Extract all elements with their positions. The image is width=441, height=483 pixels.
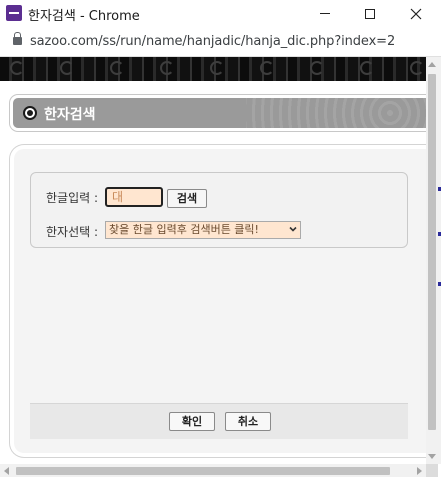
hangul-input[interactable]: 대: [105, 187, 163, 207]
page-viewport: 한자검색 한글입력 : 대 검색 한자선택 : 찾을 한글 입력후 검색버튼 클…: [0, 57, 426, 464]
scrollbar-corner: [426, 464, 438, 477]
vertical-scrollbar[interactable]: [426, 57, 438, 464]
hanja-select-value: 찾을 한글 입력후 검색버튼 클릭!: [109, 223, 259, 236]
scroll-down-icon[interactable]: [428, 454, 436, 459]
horizontal-scroll-thumb[interactable]: [16, 467, 390, 475]
close-icon: [410, 8, 421, 19]
address-bar[interactable]: sazoo.com/ss/run/name/hanjadic/hanja_dic…: [0, 27, 441, 57]
url-text[interactable]: sazoo.com/ss/run/name/hanjadic/hanja_dic…: [30, 34, 395, 49]
decorative-banner: [0, 57, 426, 81]
close-button[interactable]: [393, 0, 438, 27]
hanja-select-label: 한자선택 :: [46, 225, 99, 239]
bullet-icon: [23, 106, 37, 120]
vertical-scroll-thumb[interactable]: [428, 74, 436, 430]
search-form: 한글입력 : 대 검색 한자선택 : 찾을 한글 입력후 검색버튼 클릭!: [30, 172, 408, 248]
window-title: 한자검색 - Chrome: [28, 9, 140, 24]
window-bottom-edge: [0, 477, 441, 483]
search-button[interactable]: 검색: [167, 189, 207, 208]
maximize-icon: [364, 8, 375, 19]
hanja-select[interactable]: 찾을 한글 입력후 검색버튼 클릭!: [105, 221, 301, 239]
scroll-right-icon[interactable]: [417, 467, 422, 475]
lock-icon: [13, 32, 22, 45]
section-header: 한자검색: [10, 95, 426, 131]
spacer: [0, 81, 426, 91]
hangul-input-label: 한글입력 :: [46, 191, 99, 205]
horizontal-scrollbar[interactable]: [0, 464, 426, 477]
page-title: 한자검색: [44, 107, 96, 123]
app-icon: [6, 5, 22, 21]
footer-bar: 확인 취소: [30, 403, 408, 439]
scroll-left-icon[interactable]: [4, 467, 9, 475]
cancel-button[interactable]: 취소: [225, 412, 271, 431]
scroll-up-icon[interactable]: [428, 62, 436, 67]
ok-button[interactable]: 확인: [169, 412, 215, 431]
minimize-button[interactable]: [302, 0, 347, 27]
window-titlebar: 한자검색 - Chrome: [0, 0, 441, 27]
chevron-down-icon: [289, 226, 297, 232]
maximize-button[interactable]: [347, 0, 392, 27]
minimize-icon: [319, 13, 330, 14]
